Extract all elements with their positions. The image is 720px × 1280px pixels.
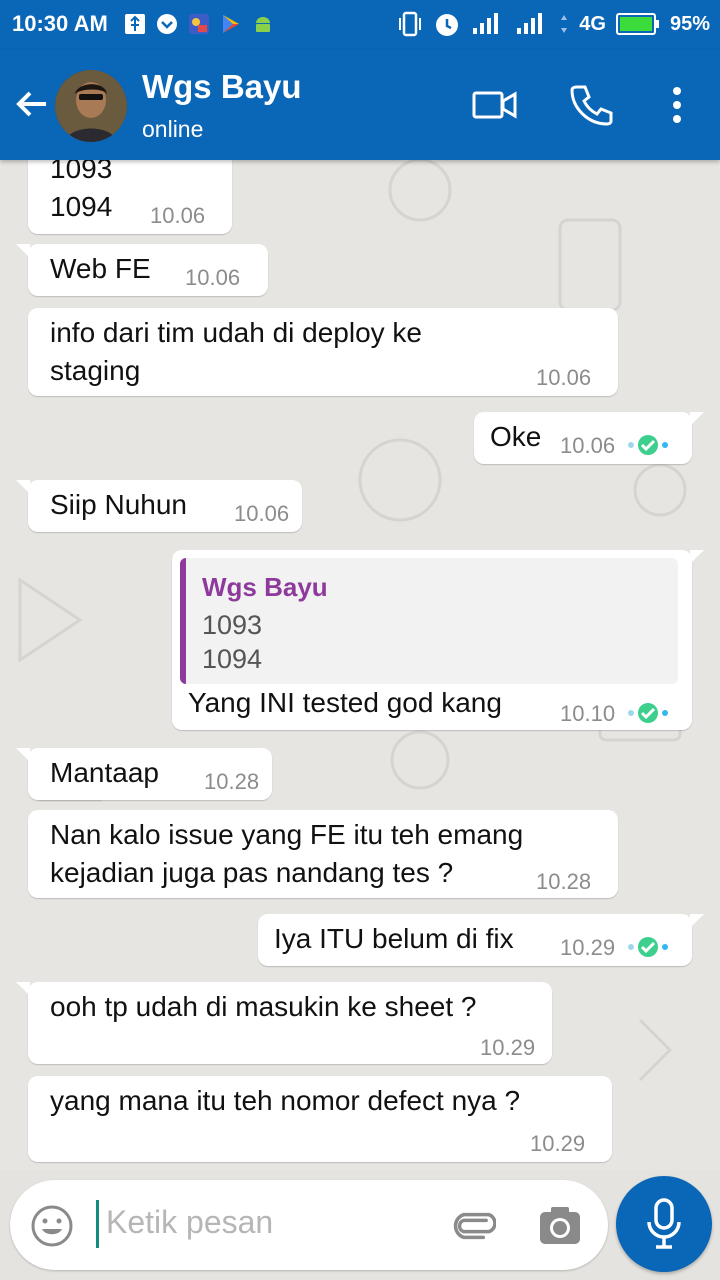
- message-bubble-incoming[interactable]: 1093 1094 10.06: [28, 160, 232, 234]
- voice-call-button[interactable]: [566, 80, 616, 130]
- more-options-button[interactable]: [652, 80, 702, 130]
- message-bubble-incoming[interactable]: yang mana itu teh nomor defect nya ? 10.…: [28, 1076, 612, 1162]
- read-receipt-icon: [628, 703, 668, 723]
- message-time: 10.06: [185, 265, 241, 290]
- message-text: Nan kalo issue yang FE itu teh emang: [50, 819, 524, 850]
- usb-icon: [125, 14, 145, 34]
- message-bubble-outgoing[interactable]: Oke 10.06: [474, 412, 704, 464]
- message-text: Siip Nuhun: [50, 489, 187, 520]
- message-text: Mantaap: [50, 757, 159, 788]
- message-time: 10.06: [560, 433, 616, 458]
- message-bubble-incoming[interactable]: Mantaap 10.28: [16, 748, 272, 800]
- video-call-button[interactable]: [470, 80, 520, 130]
- message-text: 1094: [50, 191, 113, 222]
- video-call-icon: [472, 91, 517, 119]
- message-text: Web FE: [50, 253, 151, 284]
- message-text: info dari tim udah di deploy ke: [50, 317, 422, 348]
- message-bubble-incoming[interactable]: Web FE 10.06: [16, 244, 268, 296]
- read-receipt-icon: [628, 435, 668, 455]
- message-composer: Ketik pesan: [10, 1180, 608, 1270]
- battery-percent: 95%: [669, 12, 710, 35]
- message-text: Iya ITU belum di fix: [274, 923, 514, 954]
- quoted-message[interactable]: Wgs Bayu 1093 1094: [180, 558, 678, 684]
- emoji-icon[interactable]: [30, 1204, 74, 1248]
- alarm-icon: [436, 14, 459, 36]
- message-bubble-incoming[interactable]: info dari tim udah di deploy ke staging …: [28, 308, 618, 396]
- voice-record-button[interactable]: [616, 1176, 712, 1272]
- data-arrows-icon: [561, 15, 568, 33]
- system-status: 4G 95%: [397, 10, 710, 38]
- message-time: 10.06: [150, 203, 206, 228]
- contact-status: online: [142, 116, 204, 142]
- message-time: 10.06: [536, 365, 592, 390]
- message-input[interactable]: Ketik pesan: [106, 1204, 273, 1241]
- message-time: 10.28: [536, 869, 592, 894]
- more-vert-icon: [673, 87, 681, 123]
- attachment-icon[interactable]: [448, 1202, 496, 1250]
- message-time: 10.10: [560, 701, 616, 726]
- chat-header: Wgs Bayu online: [0, 50, 720, 160]
- quoted-text: 1093: [202, 610, 263, 640]
- message-text: kejadian juga pas nandang tes ?: [50, 857, 454, 888]
- android-icon: [256, 17, 270, 32]
- vibrate-icon: [399, 11, 422, 37]
- message-text: 1093: [50, 160, 113, 184]
- message-text: yang mana itu teh nomor defect nya ?: [50, 1085, 521, 1116]
- message-text: Yang INI tested god kang: [188, 687, 502, 718]
- message-bubble-incoming[interactable]: ooh tp udah di masukin ke sheet ? 10.29: [16, 982, 552, 1064]
- message-time: 10.06: [234, 501, 290, 526]
- game-app-icon: [189, 14, 209, 34]
- message-text: ooh tp udah di masukin ke sheet ?: [50, 991, 477, 1022]
- camera-icon[interactable]: [538, 1204, 582, 1248]
- quoted-text: 1094: [202, 644, 263, 674]
- message-bubble-outgoing[interactable]: Wgs Bayu 1093 1094 Yang INI tested god k…: [172, 550, 704, 730]
- message-time: 10.28: [204, 769, 260, 794]
- network-type: 4G: [579, 12, 606, 35]
- battery-icon: [615, 13, 659, 35]
- quoted-author: Wgs Bayu: [202, 572, 328, 602]
- status-time: 10:30 AM: [12, 11, 108, 36]
- phone-icon: [570, 85, 613, 126]
- contact-avatar[interactable]: [55, 70, 127, 142]
- message-time: 10.29: [480, 1035, 536, 1060]
- message-time: 10.29: [560, 935, 616, 960]
- message-bubble-outgoing[interactable]: Iya ITU belum di fix 10.29: [258, 914, 704, 966]
- message-list[interactable]: 1093 1094 10.06 Web FE 10.06 info dari t…: [0, 160, 720, 1170]
- message-bubble-incoming[interactable]: Nan kalo issue yang FE itu teh emang kej…: [28, 810, 618, 898]
- text-cursor: [96, 1200, 99, 1248]
- signal-2-icon: [517, 13, 543, 34]
- notification-icons: [124, 12, 274, 36]
- back-arrow-icon[interactable]: [12, 84, 52, 124]
- message-text: staging: [50, 355, 141, 386]
- signal-1-icon: [473, 13, 499, 34]
- message-bubble-incoming[interactable]: Siip Nuhun 10.06: [16, 480, 302, 532]
- shield-icon: [157, 14, 177, 34]
- message-text: Oke: [490, 421, 542, 452]
- play-store-icon: [223, 15, 239, 33]
- read-receipt-icon: [628, 937, 668, 957]
- contact-name[interactable]: Wgs Bayu: [142, 68, 302, 106]
- status-bar: 10:30 AM 4G 95%: [0, 0, 720, 50]
- microphone-icon: [647, 1198, 681, 1249]
- message-time: 10.29: [530, 1131, 586, 1156]
